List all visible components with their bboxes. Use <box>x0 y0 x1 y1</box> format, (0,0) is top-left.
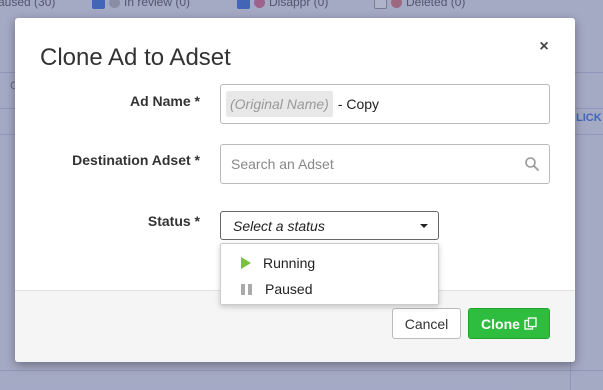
cancel-button[interactable]: Cancel <box>392 308 461 339</box>
ad-name-label: Ad Name * <box>129 93 200 109</box>
destination-adset-label: Destination Adset * <box>72 152 200 168</box>
status-selected-value: Select a status <box>233 217 325 234</box>
clone-ad-modal: Clone Ad to Adset × Ad Name * (Original … <box>15 18 575 362</box>
pause-icon <box>241 283 252 295</box>
play-icon <box>241 257 251 269</box>
ad-name-suffix[interactable]: - Copy <box>338 96 379 112</box>
caret-down-icon <box>420 224 428 228</box>
status-option-label: Running <box>263 255 316 271</box>
ad-name-field[interactable]: (Original Name) - Copy <box>220 84 550 124</box>
status-option-running[interactable]: Running <box>221 250 438 276</box>
clone-button-label: Clone <box>481 315 520 332</box>
destination-adset-field[interactable] <box>220 144 550 184</box>
status-option-label: Paused <box>265 281 313 297</box>
search-icon <box>525 157 539 171</box>
modal-title: Clone Ad to Adset <box>40 44 231 71</box>
clone-button[interactable]: Clone <box>468 308 550 339</box>
status-dropdown-menu: Running Paused <box>220 243 439 305</box>
close-icon[interactable]: × <box>535 38 553 56</box>
copy-icon <box>524 317 537 330</box>
status-label: Status * <box>147 213 200 229</box>
status-option-paused[interactable]: Paused <box>221 276 438 302</box>
original-name-token[interactable]: (Original Name) <box>226 91 333 117</box>
adset-search-input[interactable] <box>231 156 511 172</box>
status-select[interactable]: Select a status <box>220 211 439 240</box>
